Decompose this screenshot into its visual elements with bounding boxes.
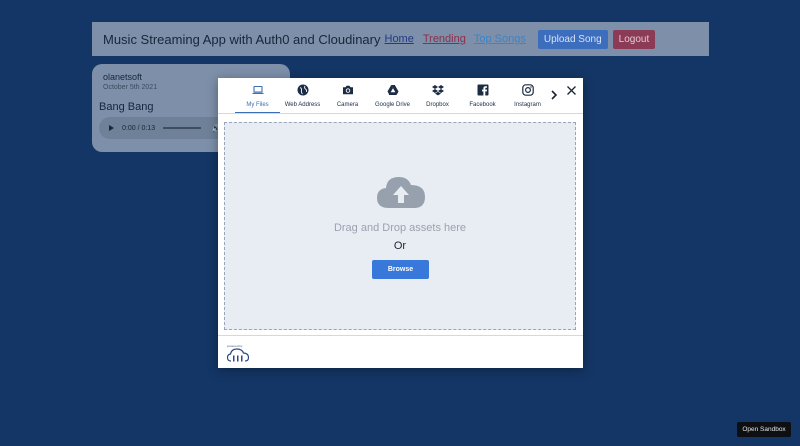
drop-zone[interactable]: Drag and Drop assets here Or Browse — [224, 122, 576, 330]
cloud-upload-icon — [377, 177, 425, 208]
source-tabs: My Files Web Address Camera Google Drive… — [235, 78, 550, 113]
tab-label: Instagram — [514, 102, 541, 108]
navbar: Music Streaming App with Auth0 and Cloud… — [92, 22, 709, 56]
divider — [218, 113, 583, 114]
tab-label: My Files — [246, 102, 269, 108]
chevron-right-icon[interactable] — [549, 89, 559, 101]
camera-icon — [342, 85, 353, 95]
tab-label: Web Address — [284, 102, 321, 108]
cloudinary-logo-icon — [226, 348, 250, 362]
divider — [218, 335, 583, 336]
player-time: 0:00 / 0:13 — [122, 124, 156, 132]
play-icon[interactable] — [109, 125, 114, 131]
tab-label: Facebook — [469, 102, 496, 108]
or-text: Or — [393, 240, 407, 252]
song-uploader: olanetsoft — [103, 72, 143, 82]
powered-by-logo[interactable]: powered by — [226, 344, 250, 368]
app-title: Music Streaming App with Auth0 and Cloud… — [103, 31, 381, 47]
player-progress-track[interactable] — [163, 127, 202, 129]
tab-dropbox[interactable]: Dropbox — [415, 78, 460, 113]
tab-facebook[interactable]: Facebook — [460, 78, 505, 113]
facebook-icon — [477, 84, 488, 96]
upload-widget-modal: My Files Web Address Camera Google Drive… — [218, 78, 583, 368]
close-icon[interactable] — [566, 85, 577, 96]
upload-song-button[interactable]: Upload Song — [537, 29, 608, 49]
browse-button[interactable]: Browse — [372, 260, 429, 279]
drop-instructions: Drag and Drop assets here — [333, 222, 467, 234]
nav-link-top-songs[interactable]: Top Songs — [474, 33, 526, 45]
tab-label: Camera — [336, 102, 359, 108]
dropbox-icon — [431, 85, 444, 96]
open-sandbox-button[interactable]: Open Sandbox — [737, 422, 791, 437]
logout-button[interactable]: Logout — [612, 29, 656, 49]
tab-web-address[interactable]: Web Address — [280, 78, 325, 113]
song-title: Bang Bang — [99, 101, 154, 113]
tab-my-files[interactable]: My Files — [235, 78, 280, 113]
nav-link-trending[interactable]: Trending — [423, 33, 466, 45]
song-date: October 5th 2021 — [103, 84, 158, 91]
instagram-icon — [521, 84, 534, 96]
google-drive-icon — [387, 85, 398, 95]
globe-icon — [297, 84, 308, 96]
tab-label: Dropbox — [426, 102, 449, 108]
nav-link-home[interactable]: Home — [385, 33, 414, 45]
laptop-icon — [252, 85, 263, 94]
tab-camera[interactable]: Camera — [325, 78, 370, 113]
tab-instagram[interactable]: Instagram — [505, 78, 550, 113]
tab-google-drive[interactable]: Google Drive — [370, 78, 415, 113]
tab-label: Google Drive — [374, 102, 410, 108]
